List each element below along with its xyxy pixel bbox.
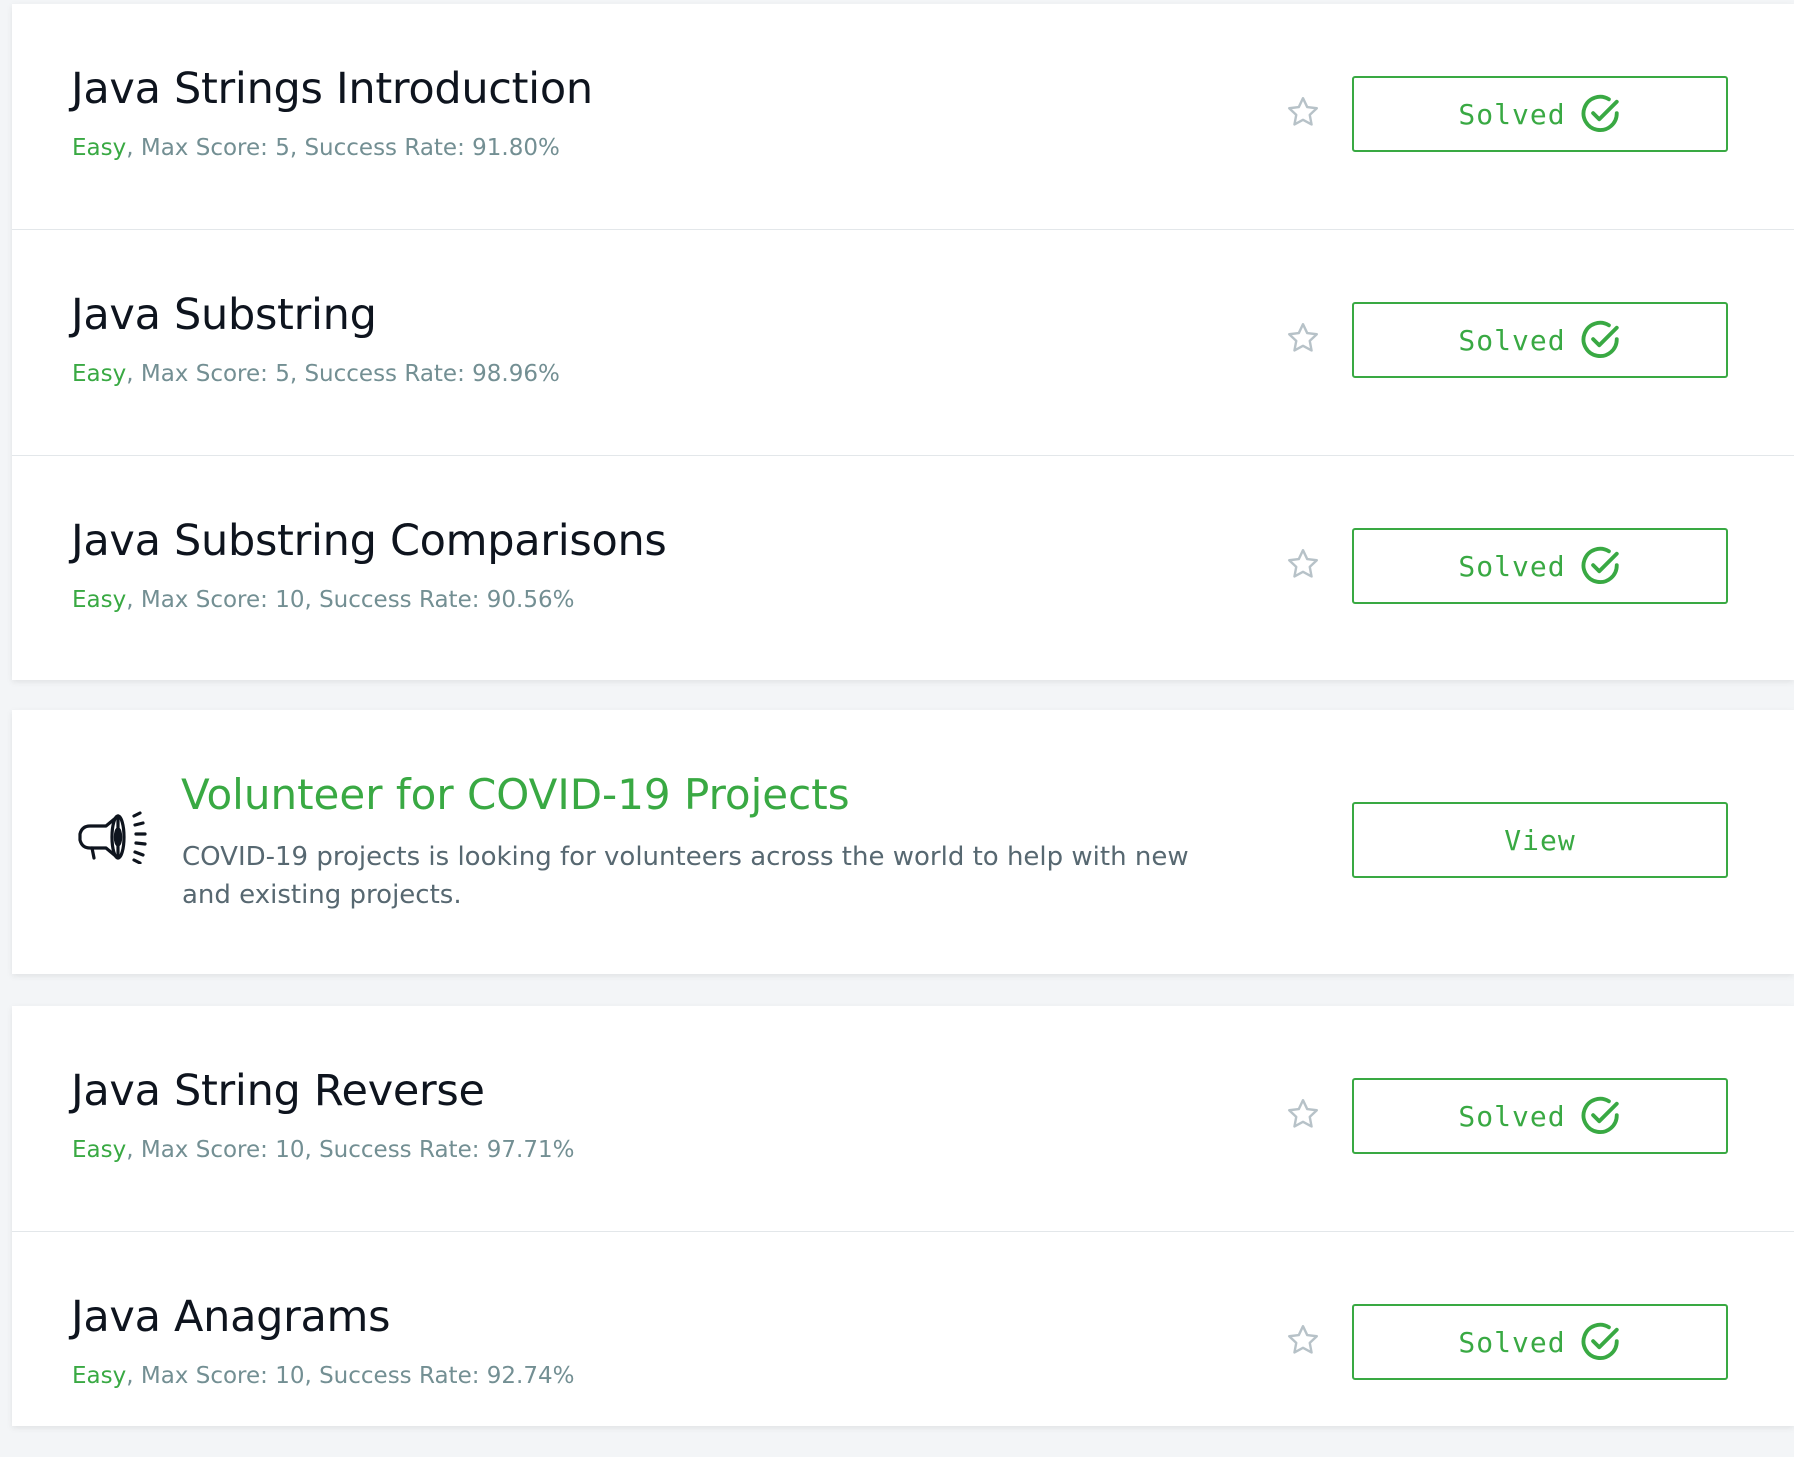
- solved-label: Solved: [1458, 323, 1566, 357]
- challenge-card[interactable]: Java String Reverse Easy, Max Score: 10,…: [12, 1006, 1794, 1232]
- solved-button[interactable]: Solved: [1352, 528, 1728, 604]
- difficulty-label: Easy: [72, 135, 127, 161]
- difficulty-label: Easy: [72, 587, 127, 613]
- promo-card: Volunteer for COVID-19 Projects COVID-19…: [12, 710, 1794, 974]
- star-icon[interactable]: [1285, 94, 1321, 130]
- check-circle-icon: [1581, 1322, 1619, 1360]
- challenge-meta: Easy, Max Score: 10, Success Rate: 92.74…: [72, 1363, 574, 1389]
- challenge-meta: Easy, Max Score: 5, Success Rate: 98.96%: [72, 361, 560, 387]
- challenge-title[interactable]: Java Anagrams: [71, 1292, 391, 1342]
- check-circle-icon: [1581, 94, 1619, 132]
- challenge-meta: Easy, Max Score: 10, Success Rate: 90.56…: [72, 587, 574, 613]
- challenge-stats: , Max Score: 10, Success Rate: 97.71%: [126, 1137, 575, 1163]
- star-icon[interactable]: [1285, 320, 1321, 356]
- challenge-meta: Easy, Max Score: 5, Success Rate: 91.80%: [72, 135, 560, 161]
- challenge-stats: , Max Score: 5, Success Rate: 91.80%: [126, 135, 560, 161]
- solved-label: Solved: [1458, 1099, 1566, 1133]
- check-circle-icon: [1581, 1096, 1619, 1134]
- solved-label: Solved: [1458, 1325, 1566, 1359]
- star-icon[interactable]: [1285, 1322, 1321, 1358]
- view-label: View: [1504, 823, 1576, 857]
- check-circle-icon: [1581, 546, 1619, 584]
- check-circle-icon: [1581, 320, 1619, 358]
- challenge-card[interactable]: Java Strings Introduction Easy, Max Scor…: [12, 4, 1794, 230]
- challenge-title[interactable]: Java Substring: [71, 290, 377, 340]
- challenge-title[interactable]: Java Strings Introduction: [71, 64, 593, 114]
- challenge-list-bottom: Java String Reverse Easy, Max Score: 10,…: [12, 1006, 1794, 1426]
- solved-button[interactable]: Solved: [1352, 1304, 1728, 1380]
- challenge-title[interactable]: Java String Reverse: [71, 1066, 485, 1116]
- challenge-card[interactable]: Java Anagrams Easy, Max Score: 10, Succe…: [12, 1232, 1794, 1457]
- challenge-stats: , Max Score: 10, Success Rate: 90.56%: [126, 587, 575, 613]
- challenge-title[interactable]: Java Substring Comparisons: [71, 516, 667, 566]
- challenge-stats: , Max Score: 5, Success Rate: 98.96%: [126, 361, 560, 387]
- solved-button[interactable]: Solved: [1352, 76, 1728, 152]
- difficulty-label: Easy: [72, 1363, 127, 1389]
- star-icon[interactable]: [1285, 546, 1321, 582]
- view-button[interactable]: View: [1352, 802, 1728, 878]
- difficulty-label: Easy: [72, 1137, 127, 1163]
- challenge-list-top: Java Strings Introduction Easy, Max Scor…: [12, 4, 1794, 680]
- megaphone-icon: [78, 811, 147, 864]
- challenge-card[interactable]: Java Substring Comparisons Easy, Max Sco…: [12, 456, 1794, 681]
- solved-label: Solved: [1458, 549, 1566, 583]
- promo-description: COVID-19 projects is looking for volunte…: [182, 842, 1189, 910]
- star-icon[interactable]: [1285, 1096, 1321, 1132]
- promo-title[interactable]: Volunteer for COVID-19 Projects: [181, 770, 850, 819]
- challenge-stats: , Max Score: 10, Success Rate: 92.74%: [126, 1363, 575, 1389]
- difficulty-label: Easy: [72, 361, 127, 387]
- solved-button[interactable]: Solved: [1352, 302, 1728, 378]
- solved-button[interactable]: Solved: [1352, 1078, 1728, 1154]
- solved-label: Solved: [1458, 97, 1566, 131]
- challenge-meta: Easy, Max Score: 10, Success Rate: 97.71…: [72, 1137, 574, 1163]
- challenge-card[interactable]: Java Substring Easy, Max Score: 5, Succe…: [12, 230, 1794, 456]
